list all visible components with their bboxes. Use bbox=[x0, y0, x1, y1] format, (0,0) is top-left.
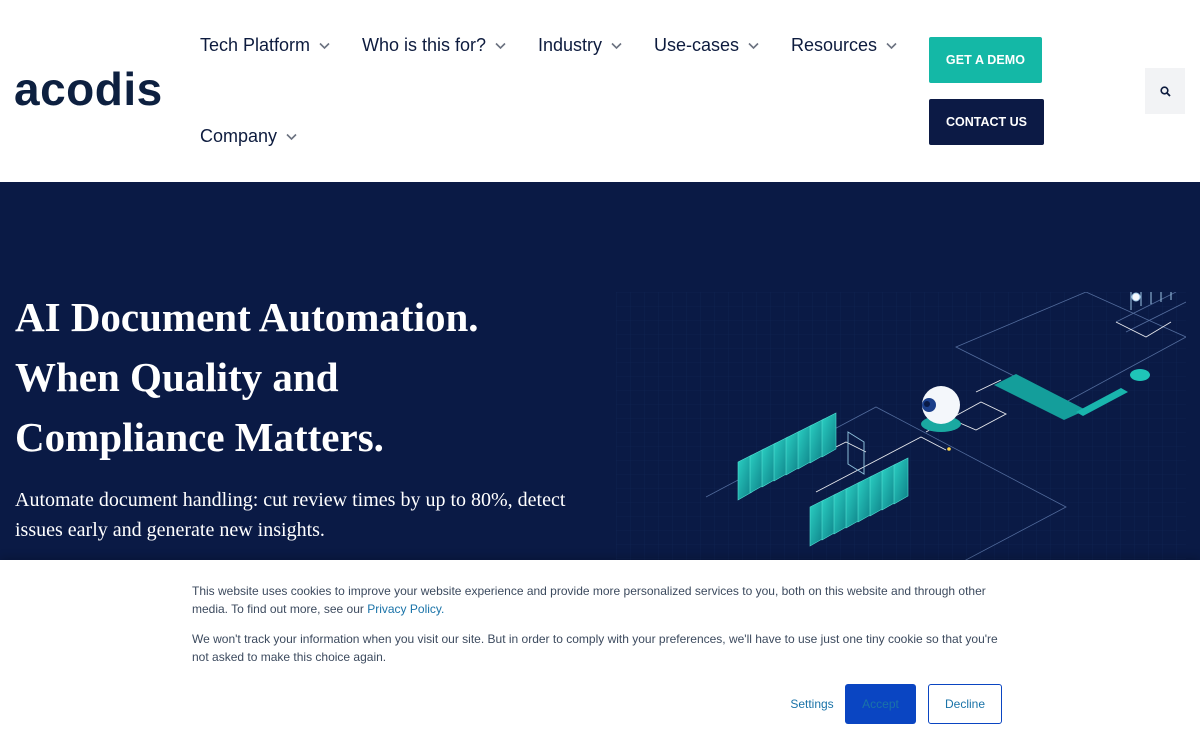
nav-label: Who is this for? bbox=[362, 35, 487, 55]
svg-text:acodis: acodis bbox=[14, 64, 163, 114]
nav-label: Tech Platform bbox=[200, 35, 311, 55]
nav-use-cases[interactable]: Use-cases bbox=[654, 35, 759, 56]
nav-tech-platform[interactable]: Tech Platform bbox=[200, 35, 330, 56]
acodis-logo[interactable]: acodis bbox=[14, 63, 190, 115]
chevron-down-icon bbox=[748, 42, 759, 49]
hero-title: AI Document Automation. When Quality and… bbox=[15, 287, 595, 467]
cookie-banner: This website uses cookies to improve you… bbox=[0, 560, 1200, 750]
nav-label: Company bbox=[200, 126, 278, 146]
hero-subtitle: Automate document handling: cut review t… bbox=[15, 489, 566, 541]
chevron-down-icon bbox=[286, 133, 297, 140]
get-a-demo-button[interactable]: GET A DEMO bbox=[929, 37, 1042, 83]
chevron-down-icon bbox=[886, 42, 897, 49]
chevron-down-icon bbox=[611, 42, 622, 49]
site-header: acodis Tech Platform Who is this for? In… bbox=[0, 0, 1200, 182]
contact-us-button[interactable]: CONTACT US bbox=[929, 99, 1044, 145]
chevron-down-icon bbox=[495, 42, 506, 49]
cookie-settings-button[interactable]: Settings bbox=[782, 684, 842, 724]
nav-label: Industry bbox=[538, 35, 603, 55]
hero-title-line: Compliance Matters. bbox=[15, 414, 384, 460]
cookie-decline-button[interactable]: Decline bbox=[928, 684, 1002, 724]
nav-company[interactable]: Company bbox=[200, 126, 297, 147]
cookie-text-1-body: This website uses cookies to improve you… bbox=[192, 584, 986, 616]
nav-label: Resources bbox=[791, 35, 878, 55]
hero-title-line: When Quality and bbox=[15, 354, 339, 400]
nav-industry[interactable]: Industry bbox=[538, 35, 622, 56]
hero-section: AI Document Automation. When Quality and… bbox=[0, 182, 1200, 572]
cookie-text-1: This website uses cookies to improve you… bbox=[192, 582, 1002, 618]
hero-title-line: AI Document Automation. bbox=[15, 294, 479, 340]
hero-illustration bbox=[616, 292, 1186, 572]
privacy-policy-link[interactable]: Privacy Policy. bbox=[367, 602, 444, 616]
nav-who-is-this-for[interactable]: Who is this for? bbox=[362, 35, 506, 56]
search-button[interactable] bbox=[1145, 68, 1185, 114]
cookie-accept-button[interactable]: Accept bbox=[845, 684, 916, 724]
search-icon bbox=[1159, 85, 1171, 97]
chevron-down-icon bbox=[319, 42, 330, 49]
nav-label: Use-cases bbox=[654, 35, 740, 55]
cookie-text-2: We won't track your information when you… bbox=[192, 632, 998, 664]
nav-resources[interactable]: Resources bbox=[791, 35, 897, 56]
